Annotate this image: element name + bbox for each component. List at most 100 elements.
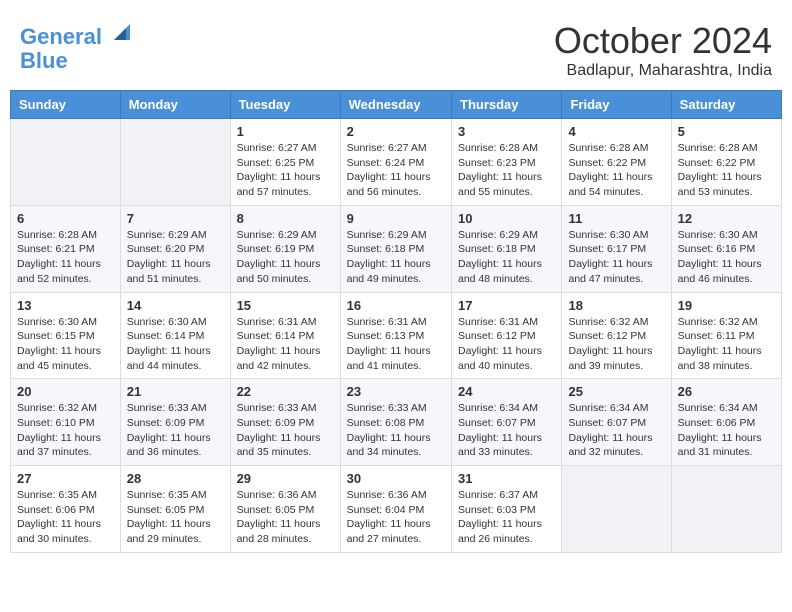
calendar-day-cell: 22 Sunrise: 6:33 AMSunset: 6:09 PMDayligh…	[230, 379, 340, 466]
day-number: 12	[678, 211, 775, 226]
calendar-day-cell: 21Sunrise: 6:33 AMSunset: 6:09 PMDayligh…	[120, 379, 230, 466]
day-number: 7	[127, 211, 224, 226]
calendar-day-cell: 12 Sunrise: 6:30 AMSunset: 6:16 PMDayligh…	[671, 205, 781, 292]
calendar-day-cell	[120, 119, 230, 206]
calendar-day-cell: 30Sunrise: 6:36 AMSunset: 6:04 PMDayligh…	[340, 466, 451, 553]
calendar-table: SundayMondayTuesdayWednesdayThursdayFrid…	[10, 90, 782, 553]
day-number: 18	[568, 298, 664, 313]
day-number: 19	[678, 298, 775, 313]
calendar-day-cell: 29 Sunrise: 6:36 AMSunset: 6:05 PMDayligh…	[230, 466, 340, 553]
day-number: 10	[458, 211, 555, 226]
day-info: Sunrise: 6:34 AMSunset: 6:07 PMDaylight:…	[568, 401, 664, 460]
calendar-day-cell: 9Sunrise: 6:29 AMSunset: 6:18 PMDaylight…	[340, 205, 451, 292]
day-number: 2	[347, 124, 445, 139]
logo: General Blue	[20, 20, 134, 73]
calendar-day-cell: 16 Sunrise: 6:31 AMSunset: 6:13 PMDayligh…	[340, 292, 451, 379]
day-info: Sunrise: 6:28 AMSunset: 6:22 PMDaylight:…	[678, 141, 775, 200]
weekday-header: Wednesday	[340, 91, 451, 119]
logo-text: General	[20, 20, 134, 49]
day-number: 23	[347, 384, 445, 399]
day-number: 30	[347, 471, 445, 486]
calendar-day-cell: 26 Sunrise: 6:34 AMSunset: 6:06 PMDayligh…	[671, 379, 781, 466]
calendar-day-cell: 14Sunrise: 6:30 AMSunset: 6:14 PMDayligh…	[120, 292, 230, 379]
day-info: Sunrise: 6:32 AMSunset: 6:11 PMDaylight:…	[678, 315, 775, 374]
day-info: Sunrise: 6:35 AMSunset: 6:05 PMDaylight:…	[127, 488, 224, 547]
day-info: Sunrise: 6:33 AMSunset: 6:08 PMDaylight:…	[347, 401, 445, 460]
day-number: 13	[17, 298, 114, 313]
day-number: 26	[678, 384, 775, 399]
day-info: Sunrise: 6:31 AMSunset: 6:14 PMDaylight:…	[237, 315, 334, 374]
weekday-header: Tuesday	[230, 91, 340, 119]
day-info: Sunrise: 6:31 AMSunset: 6:13 PMDaylight:…	[347, 315, 445, 374]
day-number: 6	[17, 211, 114, 226]
day-info: Sunrise: 6:28 AMSunset: 6:21 PMDaylight:…	[17, 228, 114, 287]
day-number: 29	[237, 471, 334, 486]
day-number: 8	[237, 211, 334, 226]
day-info: Sunrise: 6:35 AMSunset: 6:06 PMDaylight:…	[17, 488, 114, 547]
day-number: 14	[127, 298, 224, 313]
day-number: 20	[17, 384, 114, 399]
logo-general: General	[20, 24, 102, 49]
calendar-day-cell: 7 Sunrise: 6:29 AMSunset: 6:20 PMDaylight…	[120, 205, 230, 292]
day-info: Sunrise: 6:29 AMSunset: 6:20 PMDaylight:…	[127, 228, 224, 287]
calendar-header-row: SundayMondayTuesdayWednesdayThursdayFrid…	[11, 91, 782, 119]
day-info: Sunrise: 6:29 AMSunset: 6:19 PMDaylight:…	[237, 228, 334, 287]
calendar-day-cell: 27 Sunrise: 6:35 AMSunset: 6:06 PMDayligh…	[11, 466, 121, 553]
day-info: Sunrise: 6:30 AMSunset: 6:16 PMDaylight:…	[678, 228, 775, 287]
calendar-day-cell: 15Sunrise: 6:31 AMSunset: 6:14 PMDayligh…	[230, 292, 340, 379]
day-info: Sunrise: 6:37 AMSunset: 6:03 PMDaylight:…	[458, 488, 555, 547]
day-number: 31	[458, 471, 555, 486]
day-info: Sunrise: 6:33 AMSunset: 6:09 PMDaylight:…	[237, 401, 334, 460]
day-info: Sunrise: 6:33 AMSunset: 6:09 PMDaylight:…	[127, 401, 224, 460]
day-info: Sunrise: 6:27 AMSunset: 6:25 PMDaylight:…	[237, 141, 334, 200]
day-info: Sunrise: 6:27 AMSunset: 6:24 PMDaylight:…	[347, 141, 445, 200]
day-number: 28	[127, 471, 224, 486]
location-title: Badlapur, Maharashtra, India	[554, 62, 772, 80]
day-number: 22	[237, 384, 334, 399]
day-number: 3	[458, 124, 555, 139]
month-title: October 2024	[554, 20, 772, 62]
calendar-day-cell: 5 Sunrise: 6:28 AMSunset: 6:22 PMDaylight…	[671, 119, 781, 206]
weekday-header: Friday	[562, 91, 671, 119]
logo-icon	[110, 20, 134, 44]
day-info: Sunrise: 6:29 AMSunset: 6:18 PMDaylight:…	[458, 228, 555, 287]
day-info: Sunrise: 6:28 AMSunset: 6:23 PMDaylight:…	[458, 141, 555, 200]
title-section: October 2024 Badlapur, Maharashtra, Indi…	[554, 20, 772, 80]
calendar-day-cell: 1 Sunrise: 6:27 AMSunset: 6:25 PMDaylight…	[230, 119, 340, 206]
day-number: 4	[568, 124, 664, 139]
calendar-day-cell: 10 Sunrise: 6:29 AMSunset: 6:18 PMDayligh…	[452, 205, 562, 292]
calendar-day-cell: 6 Sunrise: 6:28 AMSunset: 6:21 PMDaylight…	[11, 205, 121, 292]
calendar-day-cell: 17Sunrise: 6:31 AMSunset: 6:12 PMDayligh…	[452, 292, 562, 379]
day-info: Sunrise: 6:28 AMSunset: 6:22 PMDaylight:…	[568, 141, 664, 200]
day-number: 17	[458, 298, 555, 313]
calendar-day-cell	[671, 466, 781, 553]
day-info: Sunrise: 6:36 AMSunset: 6:05 PMDaylight:…	[237, 488, 334, 547]
day-number: 24	[458, 384, 555, 399]
weekday-header: Monday	[120, 91, 230, 119]
calendar-day-cell: 25 Sunrise: 6:34 AMSunset: 6:07 PMDayligh…	[562, 379, 671, 466]
day-info: Sunrise: 6:30 AMSunset: 6:15 PMDaylight:…	[17, 315, 114, 374]
day-info: Sunrise: 6:32 AMSunset: 6:10 PMDaylight:…	[17, 401, 114, 460]
calendar-day-cell: 4 Sunrise: 6:28 AMSunset: 6:22 PMDaylight…	[562, 119, 671, 206]
calendar-day-cell	[562, 466, 671, 553]
day-number: 27	[17, 471, 114, 486]
calendar-day-cell	[11, 119, 121, 206]
calendar-day-cell: 11 Sunrise: 6:30 AMSunset: 6:17 PMDayligh…	[562, 205, 671, 292]
day-number: 25	[568, 384, 664, 399]
day-number: 11	[568, 211, 664, 226]
day-info: Sunrise: 6:32 AMSunset: 6:12 PMDaylight:…	[568, 315, 664, 374]
day-number: 16	[347, 298, 445, 313]
day-info: Sunrise: 6:29 AMSunset: 6:18 PMDaylight:…	[347, 228, 445, 287]
calendar-day-cell: 3 Sunrise: 6:28 AMSunset: 6:23 PMDaylight…	[452, 119, 562, 206]
calendar-day-cell: 19 Sunrise: 6:32 AMSunset: 6:11 PMDayligh…	[671, 292, 781, 379]
day-number: 5	[678, 124, 775, 139]
weekday-header: Sunday	[11, 91, 121, 119]
calendar-day-cell: 18 Sunrise: 6:32 AMSunset: 6:12 PMDayligh…	[562, 292, 671, 379]
day-info: Sunrise: 6:34 AMSunset: 6:06 PMDaylight:…	[678, 401, 775, 460]
calendar-day-cell: 8 Sunrise: 6:29 AMSunset: 6:19 PMDaylight…	[230, 205, 340, 292]
day-info: Sunrise: 6:30 AMSunset: 6:17 PMDaylight:…	[568, 228, 664, 287]
calendar-week-row: 27 Sunrise: 6:35 AMSunset: 6:06 PMDayligh…	[11, 466, 782, 553]
calendar-day-cell: 2 Sunrise: 6:27 AMSunset: 6:24 PMDaylight…	[340, 119, 451, 206]
header: General Blue October 2024 Badlapur, Maha…	[10, 10, 782, 85]
day-number: 1	[237, 124, 334, 139]
